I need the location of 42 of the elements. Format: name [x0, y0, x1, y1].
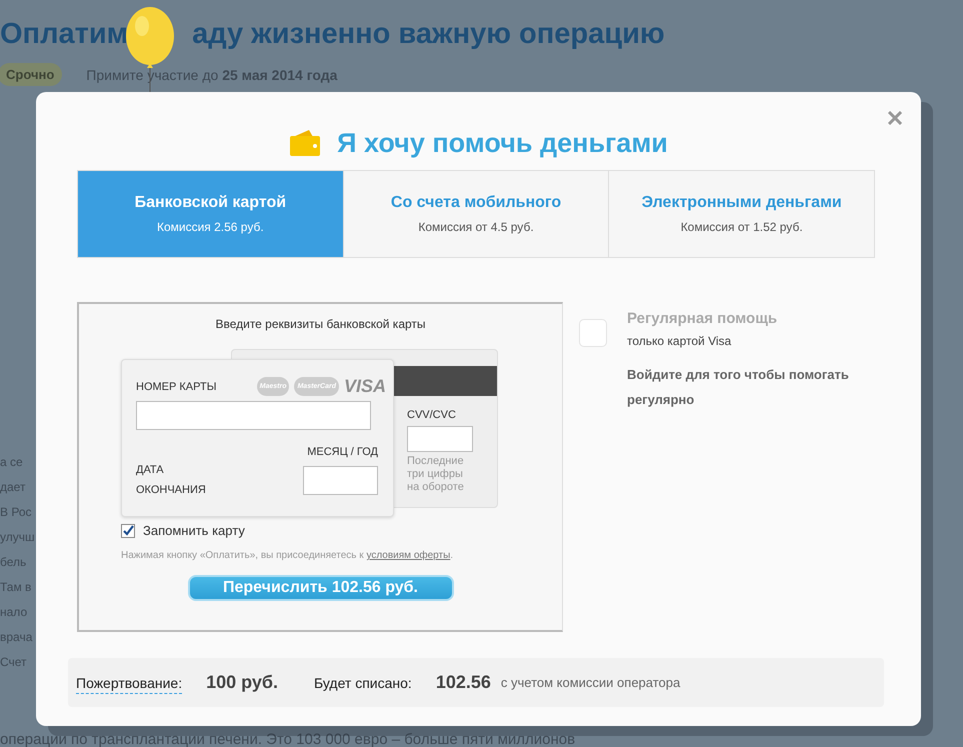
month-year-label: МЕСЯЦ / ГОД: [307, 446, 378, 458]
article-text: В Рос: [0, 504, 30, 521]
close-icon[interactable]: [888, 111, 902, 125]
charged-label: Будет списано:: [314, 674, 412, 690]
article-text: врача: [0, 629, 30, 646]
expiry-label: ДАТА ОКОНЧАНИЯ: [136, 463, 207, 498]
article-text: Счет: [0, 654, 28, 671]
article-text: нало: [0, 604, 28, 621]
cvv-hint: Последние три цифры на обороте: [407, 455, 465, 494]
regular-help-subtitle: только картой Visa: [627, 334, 732, 348]
form-heading: Введите реквизиты банковской карты: [214, 317, 427, 331]
offer-terms-link[interactable]: условиям оферты: [366, 550, 450, 561]
regular-help-title: Регулярная помощь: [627, 310, 778, 327]
terms-text: Нажимая кнопку «Оплатить», вы присоединяетесь к условиям оферты.: [121, 550, 454, 561]
regular-help-checkbox[interactable]: [579, 319, 607, 347]
expiry-field[interactable]: [303, 466, 378, 495]
page-title: Оплатим: [0, 18, 128, 51]
article-text: бель: [0, 554, 28, 571]
payment-method-tab[interactable]: Со счета мобильного Комиссия от 4.5 руб.: [342, 171, 608, 257]
article-text: операции по трансплантации печени. Это 103 000 евро – больше пяти миллионов: [0, 731, 576, 747]
charged-amount: 102.56: [436, 672, 491, 693]
cvv-label: CVV/CVC: [407, 409, 457, 421]
deadline-text: Примите участие до 25 мая 2014 года: [86, 66, 338, 82]
article-text: а се: [0, 454, 24, 471]
card-number-field[interactable]: [136, 401, 371, 430]
remember-label: Запомнить карту: [143, 523, 245, 538]
donation-label[interactable]: Пожертвование:: [76, 675, 182, 694]
cvv-field[interactable]: [407, 426, 473, 452]
urgent-badge: Срочно: [0, 63, 62, 86]
login-note: Войдите для того чтобы помогать регулярно: [627, 366, 850, 409]
commission-note: с учетом комиссии оператора: [500, 675, 680, 690]
card-number-label: НОМЕР КАРТЫ: [136, 380, 216, 392]
article-text: Там в: [0, 579, 30, 596]
payment-method-tab[interactable]: Электронными деньгами Комиссия от 1.52 руб.: [608, 171, 874, 257]
remember-checkbox[interactable]: [121, 524, 135, 538]
article-text: дает: [0, 479, 26, 496]
wallet-icon: [289, 129, 322, 157]
dialog-title: Я хочу помочь деньгами: [337, 128, 668, 158]
checkmark-icon: [122, 524, 134, 536]
donation-amount: 100 руб.: [206, 672, 278, 693]
page-title: аду жизненно важную операцию: [192, 18, 665, 51]
brand-logo: VISA: [344, 376, 386, 397]
